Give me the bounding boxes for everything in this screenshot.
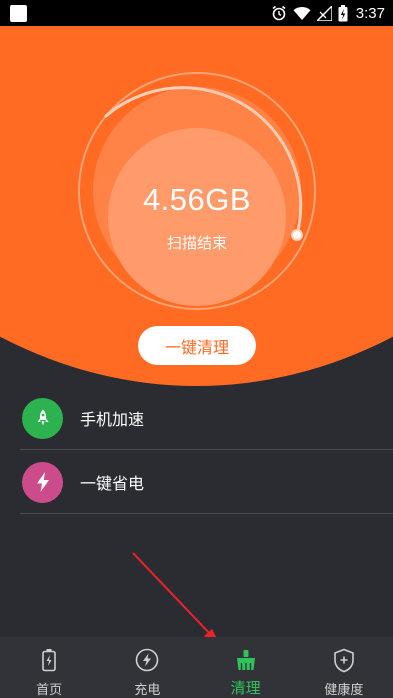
junk-size-value: 4.56GB: [142, 181, 252, 217]
charge-icon: [135, 647, 159, 673]
status-icons: 3:37: [271, 0, 385, 26]
list-item-power-save[interactable]: 一键省电: [0, 450, 393, 514]
notification-app-icon: [10, 5, 27, 22]
bottom-nav: 首页 充电 清理 健康度: [0, 637, 393, 698]
list-item-phone-boost[interactable]: 手机加速: [0, 386, 393, 450]
tab-clean[interactable]: 清理: [197, 637, 295, 698]
progress-knob: [291, 229, 303, 241]
one-click-clean-button[interactable]: 一键清理: [138, 326, 256, 365]
lightning-icon: [22, 461, 63, 503]
tab-charge[interactable]: 充电: [98, 637, 196, 698]
scan-status-label: 扫描结束: [166, 233, 227, 252]
clock-time: 3:37: [355, 4, 385, 22]
shield-icon: [333, 647, 355, 673]
tab-label: 充电: [134, 683, 161, 698]
alarm-icon: [271, 5, 287, 21]
rocket-icon: [22, 397, 63, 439]
tab-label: 清理: [230, 679, 261, 697]
scan-result-circle: 4.56GB 扫描结束: [108, 128, 286, 306]
tab-label: 健康度: [324, 683, 364, 698]
battery-charging-icon: [338, 4, 348, 22]
status-bar: 3:37: [0, 0, 393, 26]
broom-icon: [234, 647, 258, 673]
feature-list: 手机加速 一键省电: [0, 386, 393, 514]
divider: [20, 513, 393, 514]
wifi-icon: [293, 6, 311, 21]
tab-home[interactable]: 首页: [0, 637, 98, 698]
list-item-label: 一键省电: [80, 474, 145, 493]
tab-label: 首页: [36, 683, 63, 698]
list-item-label: 手机加速: [80, 410, 145, 429]
signal-icon: [316, 5, 332, 21]
tab-health[interactable]: 健康度: [295, 637, 393, 698]
scan-header: 4.56GB 扫描结束 一键清理: [0, 26, 393, 386]
battery-icon: [41, 647, 57, 673]
